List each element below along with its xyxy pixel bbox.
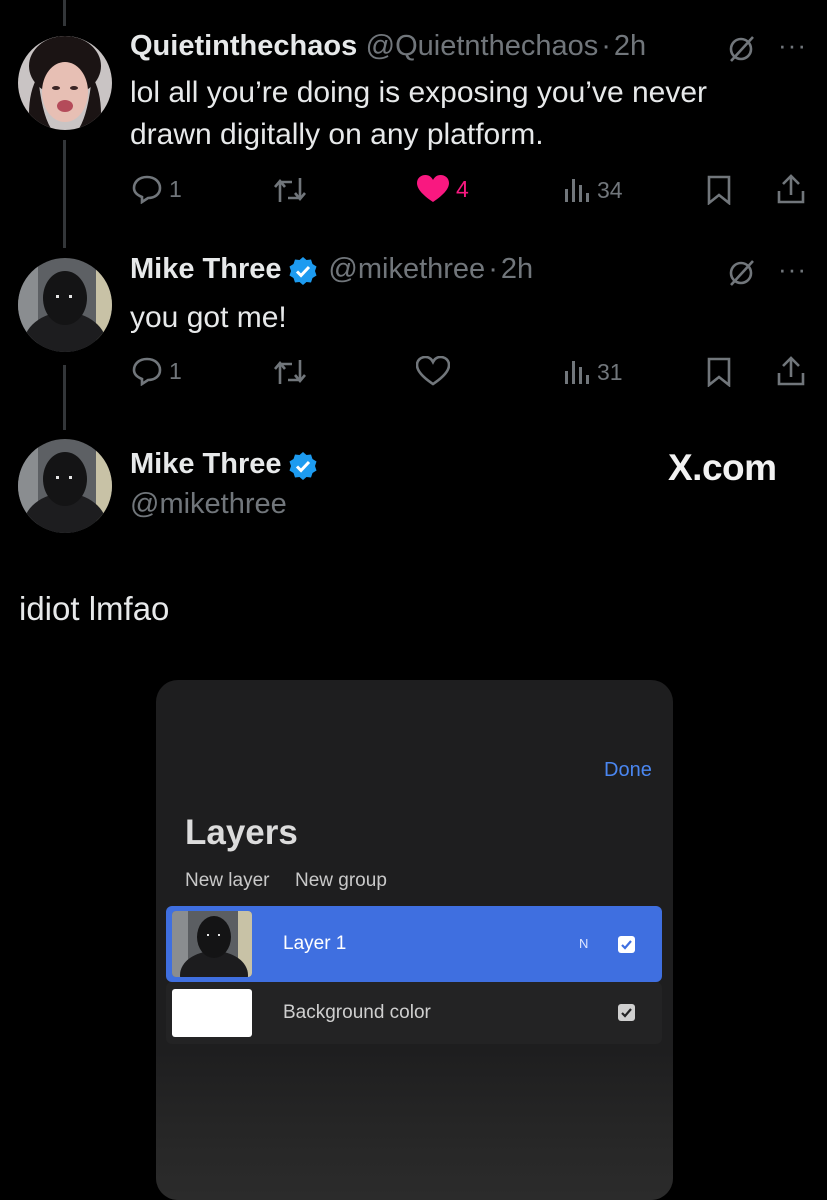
x-watermark: X.com (668, 447, 777, 488)
verified-badge-icon (289, 451, 317, 480)
tweet-text: lol all you’re doing is exposing you’ve … (130, 72, 707, 156)
bookmark-icon (707, 357, 731, 387)
views-button[interactable]: 31 (563, 358, 623, 386)
layer-row-selected[interactable]: Layer 1 N (166, 906, 662, 982)
share-button[interactable] (776, 173, 806, 205)
views-icon (565, 179, 589, 202)
attached-image-layers-panel[interactable]: Done Layers New layer New group Layer 1 … (156, 680, 673, 1200)
author-name[interactable]: Mike Three (130, 253, 282, 285)
views-button[interactable]: 34 (563, 176, 623, 204)
reply-count: 1 (169, 357, 182, 384)
more-icon[interactable]: ··· (778, 30, 807, 61)
author-name[interactable]: Quietinthechaos (130, 30, 357, 62)
check-icon (621, 1008, 632, 1018)
mute-icon[interactable] (726, 34, 756, 69)
panel-title: Layers (185, 813, 298, 852)
blend-mode-badge[interactable]: N (579, 936, 588, 951)
reply-button[interactable]: 1 (131, 174, 182, 204)
tweet-text-line: lol all you’re doing is exposing you’ve … (130, 76, 708, 109)
retweet-button[interactable] (272, 176, 308, 204)
author-handle[interactable]: @Quietnthechaos (366, 30, 599, 62)
avatar[interactable] (18, 258, 112, 352)
verified-badge-icon (289, 256, 317, 285)
share-icon (777, 174, 805, 204)
bookmark-button[interactable] (706, 175, 732, 205)
reply-button[interactable]: 1 (131, 356, 182, 386)
retweet-button[interactable] (272, 358, 308, 386)
tweet-header: Mike Three (130, 448, 318, 481)
visibility-checkbox[interactable] (618, 1004, 635, 1021)
tweet-text: you got me! (130, 301, 287, 334)
more-icon[interactable]: ··· (778, 254, 807, 285)
separator: · (601, 30, 611, 62)
timestamp[interactable]: 2h (501, 253, 533, 285)
tweet-header: Mike Three @mikethree · 2h (130, 253, 533, 286)
timestamp[interactable]: 2h (614, 30, 646, 62)
reply-count: 1 (169, 175, 182, 202)
check-icon (621, 940, 632, 950)
view-count: 34 (597, 176, 623, 203)
share-icon (777, 356, 805, 386)
avatar[interactable] (18, 439, 112, 533)
tweet-header: Quietinthechaos @Quietnthechaos · 2h (130, 30, 646, 63)
tweet-text: idiot lmfao (19, 590, 170, 627)
panel-fade (156, 1050, 673, 1200)
thread-line-1 (63, 140, 66, 248)
views-icon (565, 361, 589, 384)
heart-icon (416, 356, 450, 386)
avatar[interactable] (18, 36, 112, 130)
bookmark-button[interactable] (706, 357, 732, 387)
like-button[interactable] (416, 356, 450, 386)
tweet-text-line: drawn digitally on any platform. (130, 118, 544, 151)
layer-name: Background color (283, 1002, 431, 1023)
author-handle[interactable]: @mikethree (328, 253, 485, 285)
separator: · (488, 253, 498, 285)
share-button[interactable] (776, 355, 806, 387)
done-button[interactable]: Done (604, 759, 652, 782)
view-count: 31 (597, 358, 623, 385)
mute-icon[interactable] (726, 258, 756, 293)
reply-icon (132, 175, 162, 204)
like-button[interactable]: 4 (416, 174, 469, 204)
bookmark-icon (707, 175, 731, 205)
retweet-icon (274, 178, 306, 202)
thread-line-top (63, 0, 66, 26)
layer-thumbnail (172, 911, 252, 977)
retweet-icon (274, 360, 306, 384)
layer-thumbnail (172, 989, 252, 1037)
thread-line-2 (63, 365, 66, 430)
layer-name: Layer 1 (283, 933, 347, 954)
like-count: 4 (456, 175, 469, 202)
visibility-checkbox[interactable] (618, 936, 635, 953)
heart-icon (417, 175, 449, 202)
author-handle[interactable]: @mikethree (130, 488, 287, 521)
new-group-button[interactable]: New group (295, 870, 387, 892)
new-layer-button[interactable]: New layer (185, 870, 269, 892)
author-name[interactable]: Mike Three (130, 448, 282, 480)
reply-icon (132, 357, 162, 386)
layer-row[interactable]: Background color (166, 982, 662, 1044)
